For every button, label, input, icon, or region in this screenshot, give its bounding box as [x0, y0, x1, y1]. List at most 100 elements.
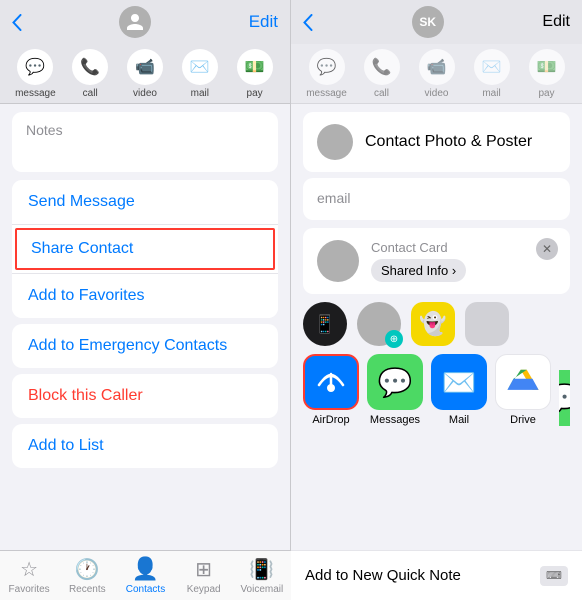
- drive-share-icon: [495, 354, 551, 410]
- action-call-label: call: [83, 88, 98, 99]
- r-action-call[interactable]: 📞 call: [360, 49, 404, 99]
- left-panel: Edit 💬 message 📞 call 📹 video ✉️ mail 💵 …: [0, 0, 291, 600]
- r-mail-icon: ✉️: [474, 49, 510, 85]
- block-caller-item[interactable]: Block this Caller: [12, 374, 278, 418]
- right-action-bar: 💬 message 📞 call 📹 video ✉️ mail 💵 pay: [291, 44, 582, 104]
- r-action-mail-label: mail: [482, 88, 500, 99]
- messages-share-label: Messages: [370, 414, 420, 426]
- share-apps-row: 📱 ⊕ 👻: [303, 302, 570, 346]
- action-video-label: video: [133, 88, 157, 99]
- tab-contacts-label: Contacts: [126, 584, 165, 595]
- shared-info-button[interactable]: Shared Info ›: [371, 259, 466, 282]
- drive-share-label: Drive: [510, 414, 536, 426]
- tab-keypad[interactable]: ⊞ Keypad: [182, 557, 226, 595]
- contact-card-row: Contact Card Shared Info › ✕: [303, 228, 570, 294]
- left-action-bar: 💬 message 📞 call 📹 video ✉️ mail 💵 pay: [0, 44, 290, 104]
- extra-share-icon: 💬: [559, 370, 570, 426]
- photo-poster-row[interactable]: Contact Photo & Poster: [303, 112, 570, 172]
- airdrop-share-item[interactable]: AirDrop: [303, 354, 359, 426]
- left-edit-button[interactable]: Edit: [249, 12, 278, 32]
- right-panel: SK Edit 💬 message 📞 call 📹 video ✉️ mail…: [291, 0, 582, 600]
- photo-poster-label: Contact Photo & Poster: [365, 133, 532, 151]
- close-button[interactable]: ✕: [536, 238, 558, 260]
- contact-card-title: Contact Card: [371, 240, 466, 255]
- r-action-pay-label: pay: [538, 88, 554, 99]
- r-action-call-label: call: [374, 88, 389, 99]
- call-icon: 📞: [72, 49, 108, 85]
- left-content: Notes Send Message Share Contact Add to …: [0, 104, 290, 600]
- r-action-message[interactable]: 💬 message: [305, 49, 349, 99]
- left-nav-bar: Edit: [0, 0, 290, 44]
- tab-voicemail-label: Voicemail: [240, 584, 283, 595]
- messages-share-icon: 💬: [367, 354, 423, 410]
- action-call[interactable]: 📞 call: [68, 49, 112, 99]
- tab-favorites[interactable]: ☆ Favorites: [7, 557, 51, 595]
- action-message[interactable]: 💬 message: [13, 49, 57, 99]
- add-favorites-item[interactable]: Add to Favorites: [12, 274, 278, 318]
- messages-share-item[interactable]: 💬 Messages: [367, 354, 423, 426]
- tab-recents[interactable]: 🕐 Recents: [65, 557, 109, 595]
- phone-app-icon[interactable]: 📱: [303, 302, 347, 346]
- action-pay[interactable]: 💵 pay: [233, 49, 277, 99]
- quick-note-label: Add to New Quick Note: [305, 567, 461, 584]
- voicemail-tab-icon: 📳: [249, 557, 274, 582]
- sk-avatar: SK: [412, 6, 444, 38]
- action-mail[interactable]: ✉️ mail: [178, 49, 222, 99]
- mail-share-label: Mail: [449, 414, 469, 426]
- pay-icon: 💵: [237, 49, 273, 85]
- extra-share-item[interactable]: 💬: [559, 370, 570, 426]
- tab-voicemail[interactable]: 📳 Voicemail: [240, 557, 284, 595]
- add-to-list-item[interactable]: Add to List: [12, 424, 278, 468]
- message-icon: 💬: [17, 49, 53, 85]
- mail-share-icon: ✉️: [431, 354, 487, 410]
- contacts-tab-icon: 👤: [132, 556, 159, 582]
- r-video-icon: 📹: [419, 49, 455, 85]
- r-action-video[interactable]: 📹 video: [415, 49, 459, 99]
- left-back-button[interactable]: [12, 14, 22, 31]
- share-contact-wrapper: Share Contact: [12, 228, 278, 274]
- airdrop-label: AirDrop: [312, 414, 349, 426]
- favorites-tab-icon: ☆: [20, 557, 38, 582]
- drive-share-item[interactable]: Drive: [495, 354, 551, 426]
- mail-icon: ✉️: [182, 49, 218, 85]
- email-label: email: [317, 190, 350, 206]
- mail-share-item[interactable]: ✉️ Mail: [431, 354, 487, 426]
- tab-keypad-label: Keypad: [187, 584, 221, 595]
- shared-info-label: Shared Info ›: [381, 263, 456, 278]
- right-back-button[interactable]: [303, 14, 313, 31]
- r-message-icon: 💬: [309, 49, 345, 85]
- r-action-message-label: message: [306, 88, 347, 99]
- send-message-item[interactable]: Send Message: [12, 180, 278, 225]
- action-mail-label: mail: [191, 88, 209, 99]
- blank-app-icon: [465, 302, 509, 346]
- action-pay-label: pay: [247, 88, 263, 99]
- menu-list-3: Block this Caller: [12, 374, 278, 418]
- contact-bubble: ⊕: [357, 302, 401, 346]
- contact-card-info: Contact Card Shared Info ›: [371, 240, 466, 282]
- tab-recents-label: Recents: [69, 584, 106, 595]
- quick-note-row[interactable]: Add to New Quick Note ⌨: [291, 550, 582, 600]
- right-edit-button[interactable]: Edit: [542, 13, 570, 31]
- add-emergency-item[interactable]: Add to Emergency Contacts: [12, 324, 278, 368]
- r-pay-icon: 💵: [529, 49, 565, 85]
- video-icon: 📹: [127, 49, 163, 85]
- r-action-video-label: video: [425, 88, 449, 99]
- tab-contacts[interactable]: 👤 Contacts: [123, 556, 167, 595]
- keypad-tab-icon: ⊞: [195, 557, 212, 582]
- right-nav-bar: SK Edit: [291, 0, 582, 44]
- photo-circle: [317, 124, 353, 160]
- action-message-label: message: [15, 88, 56, 99]
- r-action-pay[interactable]: 💵 pay: [525, 49, 569, 99]
- contact-card-avatar: [317, 240, 359, 282]
- snapchat-app-icon[interactable]: 👻: [411, 302, 455, 346]
- left-tab-bar: ☆ Favorites 🕐 Recents 👤 Contacts ⊞ Keypa…: [0, 550, 291, 600]
- share-contact-item[interactable]: Share Contact: [15, 228, 275, 270]
- menu-list-4: Add to List: [12, 424, 278, 468]
- share-buttons-row: AirDrop 💬 Messages ✉️ Mail Drive 💬: [303, 354, 570, 426]
- action-video[interactable]: 📹 video: [123, 49, 167, 99]
- tab-favorites-label: Favorites: [9, 584, 50, 595]
- r-action-mail[interactable]: ✉️ mail: [470, 49, 514, 99]
- quick-note-icon: ⌨: [540, 566, 568, 586]
- notes-section: Notes: [12, 112, 278, 172]
- recents-tab-icon: 🕐: [75, 557, 100, 582]
